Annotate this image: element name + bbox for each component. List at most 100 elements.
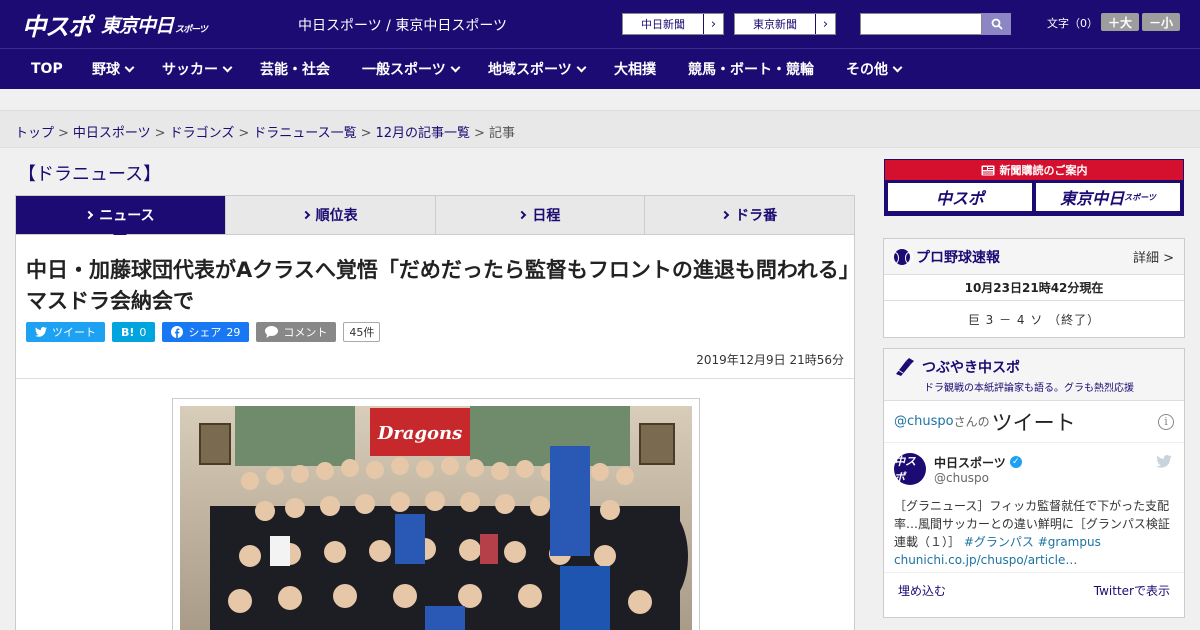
nav-item-top[interactable]: TOP: [31, 49, 63, 89]
info-icon[interactable]: i: [1158, 413, 1174, 430]
breadcrumb-separator: >: [360, 126, 372, 141]
search-input[interactable]: [860, 13, 982, 35]
avatar[interactable]: 中スポ: [894, 453, 926, 485]
facebook-count: 29: [226, 325, 241, 339]
site-logo[interactable]: 中スポ 東京中日 スポーツ: [22, 7, 208, 42]
twitter-widget-title: つぶやき中スポ: [922, 360, 1020, 376]
comment-button[interactable]: コメント: [256, 322, 337, 342]
tweet-user[interactable]: 中スポ 中日スポーツ ✓ @chuspo: [894, 453, 1174, 485]
nav-item-sumo[interactable]: 大相撲: [614, 49, 656, 89]
breadcrumb-separator: >: [58, 126, 69, 141]
score-game[interactable]: 巨 3 － 4 ソ （終了）: [884, 301, 1184, 338]
font-size-label: 文字（0）: [1047, 17, 1098, 30]
tweet-link[interactable]: chunichi.co.jp/chuspo/article…: [894, 553, 1077, 567]
breadcrumb-chunichi-sports[interactable]: 中日スポーツ: [73, 126, 151, 141]
breadcrumb-december-list[interactable]: 12月の記事一覧: [376, 126, 471, 141]
view-on-twitter-link[interactable]: Twitterで表示: [1094, 582, 1170, 599]
logo-chuspo[interactable]: 中スポ: [22, 7, 92, 42]
baseball-icon: [891, 248, 913, 265]
tweet-hashtags[interactable]: #グランパス #grampus: [964, 535, 1101, 549]
chunichi-shimbun-link[interactable]: 中日新聞 ›: [622, 13, 724, 35]
breadcrumb-separator: >: [154, 126, 166, 141]
breadcrumb-current: 記事: [488, 126, 515, 141]
nav-item-soccer[interactable]: サッカー: [162, 49, 233, 89]
embed-handle-suffix: さんの: [953, 415, 990, 429]
comment-bubble-icon: [265, 326, 279, 338]
tokyo-shimbun-link[interactable]: 東京新聞 ›: [734, 13, 836, 35]
nav-item-label: 野球: [92, 62, 120, 78]
nav-item-general-sports[interactable]: 一般スポーツ: [362, 49, 461, 89]
article-photo[interactable]: Dragons: [180, 406, 692, 630]
chevron-down-icon: [576, 62, 587, 72]
section-title: 【ドラニュース】: [18, 164, 162, 185]
article: 中日・加藤球団代表がAクラスへ覚悟「だめだったら監督もフロントの進退も問われる」…: [15, 235, 855, 630]
breadcrumb-top[interactable]: トップ: [15, 126, 54, 141]
embed-link[interactable]: 埋め込む: [898, 582, 946, 599]
ad-logo-tokyo-chunichi[interactable]: 東京中日 スポーツ: [1036, 183, 1180, 211]
tab-label: 順位表: [315, 208, 358, 224]
ad-header: 新聞購読のご案内: [885, 160, 1183, 180]
breadcrumb-bar: トップ > 中日スポーツ > ドラゴンズ > ドラニュース一覧 >12月の記事一覧 > 記事: [0, 110, 1200, 148]
logo-sub-text: 東京中日: [101, 14, 174, 37]
baseball-score-widget: プロ野球速報 詳細 > 10月23日21時42分現在 巨 3 － 4 ソ （終了…: [883, 238, 1185, 338]
social-buttons: ツイート B! 0 シェア 29 コメント 45件: [26, 322, 381, 342]
hatena-label: B!: [121, 325, 135, 339]
breadcrumb-dora-news-list[interactable]: ドラニュース一覧: [253, 126, 356, 141]
nav-item-label: 地域スポーツ: [488, 62, 572, 78]
chevron-right-icon: [720, 210, 730, 220]
nav-item-racing[interactable]: 競馬・ボート・競輪: [688, 49, 814, 89]
nav-item-other[interactable]: その他: [846, 49, 903, 89]
tab-label: ドラ番: [735, 208, 778, 224]
ad-logo-tokyo-chunichi-label: 東京中日: [1060, 189, 1125, 208]
twitter-widget: つぶやき中スポ ドラ観戦の本紙評論家も語る。グラも熱烈応援 @chuspo さん…: [883, 348, 1185, 618]
verified-badge-icon: ✓: [1009, 456, 1022, 468]
chevron-down-icon: [892, 62, 903, 72]
chevron-right-icon: [84, 210, 94, 220]
ad-logo-small: スポーツ: [1124, 192, 1156, 202]
main-nav: TOP 野球 サッカー 芸能・社会 一般スポーツ 地域スポーツ 大相撲 競馬・ボ…: [0, 48, 1200, 89]
twitter-bird-icon[interactable]: [1156, 455, 1172, 468]
chevron-right-icon: ›: [703, 14, 723, 34]
score-details-link[interactable]: 詳細 >: [1133, 247, 1174, 266]
tweet-button[interactable]: ツイート: [26, 322, 105, 342]
search-icon: [991, 18, 1003, 30]
chevron-right-icon: [518, 210, 527, 220]
facebook-share-button[interactable]: シェア 29: [162, 322, 250, 342]
tab-dora-ban[interactable]: ドラ番: [645, 196, 854, 234]
chunichi-shimbun-label: 中日新聞: [641, 18, 685, 31]
newspaper-icon: [981, 165, 994, 175]
hatena-count: 0: [139, 325, 147, 339]
tab-standings[interactable]: 順位表: [226, 196, 436, 234]
tokyo-shimbun-label: 東京新聞: [753, 18, 797, 31]
search-button[interactable]: [982, 13, 1011, 35]
nav-item-entertainment[interactable]: 芸能・社会: [260, 49, 330, 89]
hatena-bookmark-button[interactable]: B! 0: [112, 322, 156, 342]
chevron-right-icon: [301, 210, 310, 220]
nav-item-label: 大相撲: [614, 62, 656, 78]
chevron-down-icon: [124, 62, 135, 72]
breadcrumb-dragons[interactable]: ドラゴンズ: [170, 126, 235, 141]
nav-item-baseball[interactable]: 野球: [92, 49, 135, 89]
tweet-text: ［グラニュース］フィッカ監督就任で下がった支配率…風間サッカーとの違い鮮明に［グ…: [894, 497, 1174, 569]
tab-news[interactable]: ニュース: [16, 196, 226, 241]
subscription-ad[interactable]: 新聞購読のご案内 中スポ 東京中日 スポーツ: [884, 159, 1184, 216]
logo-tokyo-chunichi[interactable]: 東京中日 スポーツ: [101, 11, 208, 38]
nav-item-label: 競馬・ボート・競輪: [688, 62, 814, 78]
group-photo-image: Dragons: [180, 406, 692, 630]
photo-banner-text: Dragons: [377, 423, 463, 444]
comment-count: 45件: [343, 322, 381, 342]
embed-handle-link[interactable]: @chuspo: [894, 414, 954, 429]
twitter-widget-header: つぶやき中スポ ドラ観戦の本紙評論家も語る。グラも熱烈応援: [884, 349, 1184, 401]
tab-schedule[interactable]: 日程: [436, 196, 646, 234]
nav-item-local-sports[interactable]: 地域スポーツ: [488, 49, 587, 89]
tab-label: 日程: [532, 208, 561, 224]
tab-label: ニュース: [99, 208, 155, 224]
tweet-item[interactable]: 中スポ 中日スポーツ ✓ @chuspo ［グラニュース］フィッカ監督就任で下がっ…: [884, 443, 1184, 573]
font-smaller-button[interactable]: －小: [1142, 13, 1180, 31]
ad-logo-chuspo[interactable]: 中スポ: [888, 183, 1032, 211]
tweet-author-handle: @chuspo: [934, 470, 990, 485]
twitter-widget-subtitle: ドラ観戦の本紙評論家も語る。グラも熱烈応援: [924, 383, 1134, 394]
ad-title: 新聞購読のご案内: [999, 164, 1088, 177]
facebook-icon: [171, 326, 184, 338]
font-larger-button[interactable]: ＋大: [1101, 13, 1139, 31]
